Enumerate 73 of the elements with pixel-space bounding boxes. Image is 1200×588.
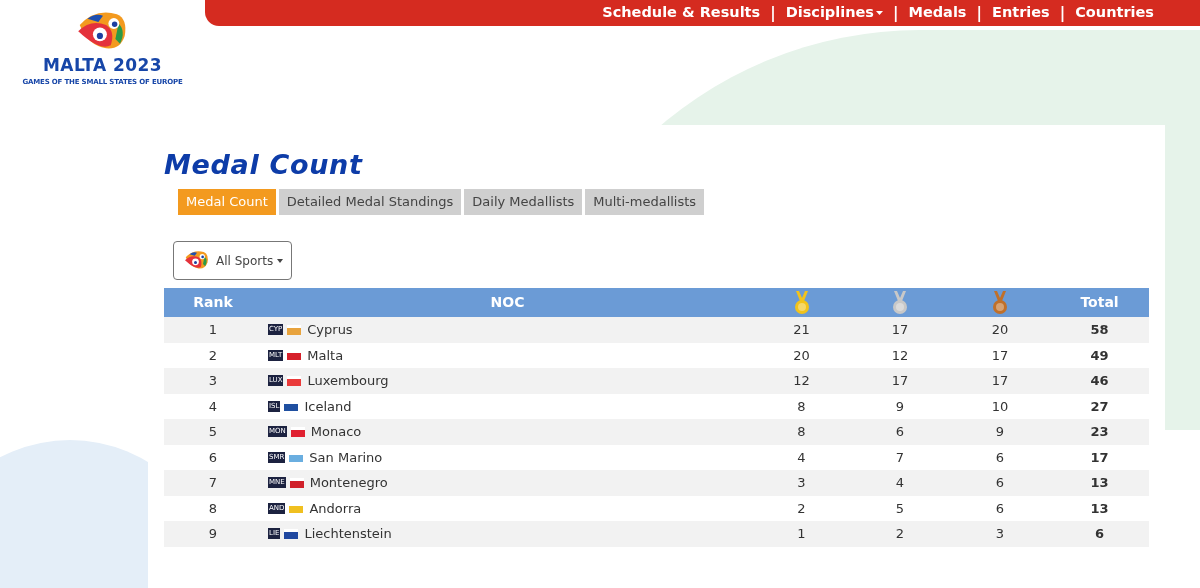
medal-count: 17 bbox=[891, 321, 909, 339]
rank-cell-text: 8 bbox=[208, 499, 218, 518]
medal-count: 4 bbox=[895, 474, 905, 492]
medal-count: 17 bbox=[891, 372, 909, 390]
country-name: Andorra bbox=[309, 499, 362, 518]
page-heading: Medal Count bbox=[164, 151, 364, 178]
tab[interactable]: Detailed Medal Standings bbox=[278, 189, 462, 215]
nav-link[interactable]: Entries bbox=[992, 2, 1050, 24]
medal-count: 6 bbox=[995, 448, 1005, 467]
column-header: NOC bbox=[490, 293, 525, 312]
nav-link[interactable]: Countries bbox=[1075, 2, 1154, 24]
nav-link[interactable]: Schedule & Results bbox=[602, 2, 761, 24]
tab[interactable]: Daily Medallists bbox=[464, 189, 583, 215]
medal-count: 9 bbox=[895, 397, 905, 416]
rank-cell-text: 4 bbox=[208, 397, 218, 416]
medal-count: 17 bbox=[991, 372, 1009, 390]
rank-cell-text: 5 bbox=[208, 423, 218, 441]
country-name: Iceland bbox=[304, 397, 352, 416]
medal-count: 2 bbox=[797, 499, 806, 518]
total-count: 23 bbox=[1090, 423, 1109, 441]
country-name: San Marino bbox=[309, 448, 383, 467]
nav-separator: | bbox=[770, 2, 776, 24]
total-count: 13 bbox=[1090, 499, 1109, 518]
medal-count: 3 bbox=[797, 474, 806, 492]
nav-link[interactable]: Disciplines bbox=[785, 2, 883, 24]
medal-count: 9 bbox=[995, 423, 1005, 441]
medal-count: 17 bbox=[991, 346, 1009, 365]
rank-cell-text: 7 bbox=[208, 474, 218, 492]
medal-count: 6 bbox=[995, 499, 1005, 518]
tab[interactable]: Multi-medallists bbox=[585, 189, 705, 215]
rank-cell-text: 6 bbox=[208, 448, 218, 467]
rank-cell-text: 2 bbox=[208, 346, 218, 365]
medal-count: 8 bbox=[797, 423, 806, 441]
total-count: 13 bbox=[1090, 474, 1109, 492]
nav-separator: | bbox=[1059, 2, 1066, 24]
medal-count: 8 bbox=[797, 397, 806, 416]
medal-count: 2 bbox=[895, 525, 905, 543]
total-count: 27 bbox=[1090, 397, 1109, 416]
rank-cell-text: 1 bbox=[208, 321, 218, 339]
medal-count: 12 bbox=[793, 372, 810, 390]
medal-count: 1 bbox=[797, 525, 806, 543]
medal-count: 3 bbox=[995, 525, 1005, 543]
medal-count: 7 bbox=[895, 448, 905, 467]
caret-icon bbox=[277, 258, 284, 263]
country-name: Monaco bbox=[310, 423, 362, 441]
medal-count: 12 bbox=[891, 346, 909, 365]
column-header: Rank bbox=[193, 293, 233, 312]
medal-count: 5 bbox=[895, 499, 905, 518]
nav-separator: | bbox=[893, 2, 899, 24]
total-count: 58 bbox=[1090, 321, 1109, 339]
medal-count: 21 bbox=[793, 321, 810, 339]
country-name: Cyprus bbox=[307, 321, 353, 339]
medal-count: 6 bbox=[995, 474, 1005, 492]
total-count: 49 bbox=[1090, 346, 1109, 365]
logo-title: MALTA 2023 bbox=[43, 56, 162, 74]
country-name: Montenegro bbox=[309, 474, 388, 492]
sport-filter-dropdown[interactable]: All Sports bbox=[173, 241, 293, 280]
rank-cell-text: 3 bbox=[208, 372, 218, 390]
country-name: Liechtenstein bbox=[304, 525, 392, 543]
medal-count: 20 bbox=[793, 346, 810, 365]
nav-link[interactable]: Medals bbox=[908, 2, 967, 24]
column-header: Total bbox=[1080, 293, 1119, 312]
total-count: 46 bbox=[1090, 372, 1109, 390]
country-name: Malta bbox=[307, 346, 344, 365]
rank-cell-text: 9 bbox=[208, 525, 218, 543]
total-count: 17 bbox=[1090, 448, 1109, 467]
medal-count: 6 bbox=[895, 423, 905, 441]
total-count: 6 bbox=[1094, 525, 1104, 543]
country-name: Luxembourg bbox=[307, 372, 389, 390]
medal-count: 20 bbox=[991, 321, 1009, 339]
medal-count: 10 bbox=[991, 397, 1009, 416]
medal-count: 4 bbox=[797, 448, 806, 467]
nav-separator: | bbox=[976, 2, 982, 24]
